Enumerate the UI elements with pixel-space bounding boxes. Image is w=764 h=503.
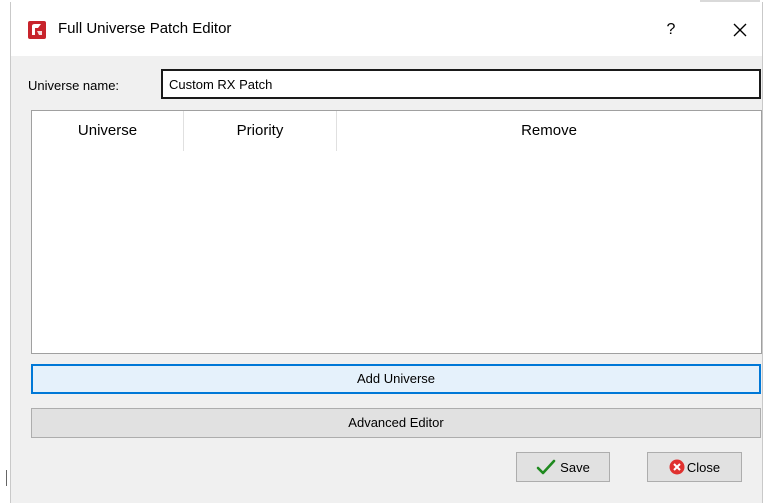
- title-bar[interactable]: Full Universe Patch Editor ?: [11, 2, 762, 56]
- help-icon: ?: [666, 21, 676, 38]
- close-icon: [733, 23, 747, 37]
- universe-name-label: Universe name:: [28, 78, 120, 93]
- patch-editor-dialog: Full Universe Patch Editor ? Universe na…: [10, 2, 763, 503]
- app-logo-icon: [28, 21, 46, 39]
- advanced-editor-button[interactable]: Advanced Editor: [31, 408, 761, 438]
- column-header-universe[interactable]: Universe: [32, 111, 184, 151]
- universe-name-input[interactable]: [161, 69, 761, 99]
- checkmark-icon: [536, 459, 556, 475]
- red-x-circle-icon: [669, 459, 685, 475]
- universe-table[interactable]: Universe Priority Remove: [31, 110, 762, 354]
- column-header-remove[interactable]: Remove: [337, 111, 761, 151]
- save-button-label: Save: [560, 459, 590, 475]
- save-button[interactable]: Save: [516, 452, 610, 482]
- close-button[interactable]: Close: [647, 452, 742, 482]
- background-edge-mark: [6, 470, 7, 486]
- table-header: Universe Priority Remove: [32, 111, 761, 151]
- background-strip: [0, 0, 10, 503]
- help-button[interactable]: ?: [655, 14, 687, 46]
- column-header-priority[interactable]: Priority: [184, 111, 337, 151]
- window-close-button[interactable]: [724, 14, 756, 46]
- add-universe-button[interactable]: Add Universe: [31, 364, 761, 394]
- close-button-label: Close: [686, 459, 721, 475]
- window-title: Full Universe Patch Editor: [58, 20, 232, 37]
